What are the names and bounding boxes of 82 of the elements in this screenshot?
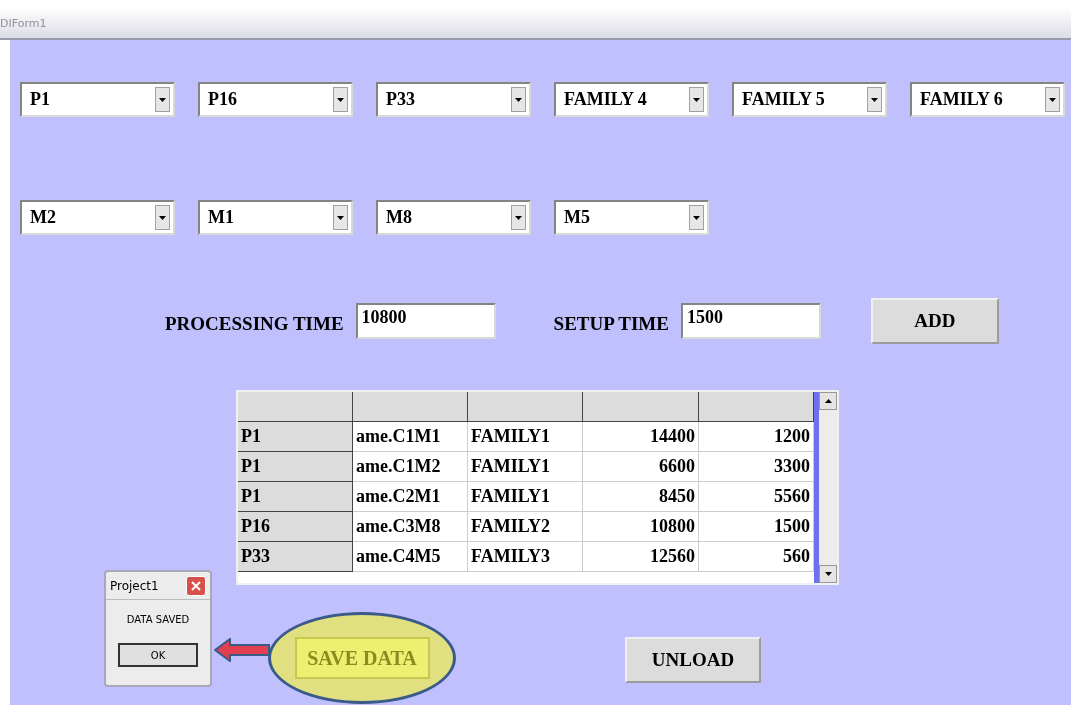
dropdown-button[interactable]	[689, 205, 704, 230]
dropdown-arrow-icon	[515, 215, 522, 220]
scroll-up-button[interactable]	[819, 392, 837, 410]
dropdown-arrow-icon	[159, 97, 166, 102]
down-arrow-icon	[824, 572, 832, 576]
dropdown-button[interactable]	[1045, 87, 1060, 112]
dropdown-button[interactable]	[511, 87, 526, 112]
combo-box[interactable]: M8	[376, 200, 531, 235]
combo-box[interactable]: FAMILY 4	[554, 82, 709, 117]
table-cell: FAMILY1	[468, 422, 583, 452]
dropdown-button[interactable]	[333, 87, 348, 112]
unload-button[interactable]: UNLOAD	[625, 637, 761, 683]
field-label: PROCESSING TIME	[165, 313, 344, 335]
table-cell: 1500	[699, 512, 814, 542]
table-cell: ame.C3M8	[353, 512, 468, 542]
combo-value: FAMILY 6	[920, 89, 1003, 110]
dropdown-arrow-icon	[337, 215, 344, 220]
combo-box[interactable]: P16	[198, 82, 353, 117]
up-arrow-icon	[824, 399, 832, 403]
combo-value: M5	[564, 207, 590, 228]
scroll-down-button[interactable]	[819, 565, 837, 583]
dropdown-arrow-icon	[693, 97, 700, 102]
dropdown-button[interactable]	[155, 87, 170, 112]
row-header: P1	[238, 452, 353, 482]
combo-value: P33	[386, 89, 415, 110]
dropdown-button[interactable]	[511, 205, 526, 230]
combo-value: FAMILY 5	[742, 89, 825, 110]
table-cell: 14400	[583, 422, 699, 452]
combo-value: M1	[208, 207, 234, 228]
combo-box[interactable]: M5	[554, 200, 709, 235]
ok-button[interactable]: OK	[118, 643, 198, 667]
combo-box[interactable]: M1	[198, 200, 353, 235]
row-header: P33	[238, 542, 353, 572]
row-header: P1	[238, 422, 353, 452]
combo-box[interactable]: FAMILY 5	[732, 82, 887, 117]
dropdown-arrow-icon	[159, 215, 166, 220]
scrollbar[interactable]	[819, 392, 837, 583]
combo-value: P16	[208, 89, 237, 110]
table-cell: ame.C4M5	[353, 542, 468, 572]
dropdown-button[interactable]	[333, 205, 348, 230]
table-cell: ame.C2M1	[353, 482, 468, 512]
combo-box[interactable]: M2	[20, 200, 175, 235]
table-cell: FAMILY1	[468, 452, 583, 482]
table-cell: FAMILY3	[468, 542, 583, 572]
table-cell: 5560	[699, 482, 814, 512]
combo-value: P1	[30, 89, 50, 110]
combo-value: M2	[30, 207, 56, 228]
close-button[interactable]	[186, 575, 206, 596]
dropdown-arrow-icon	[337, 97, 344, 102]
table-cell: 3300	[699, 452, 814, 482]
dropdown-button[interactable]	[155, 205, 170, 230]
dropdown-arrow-icon	[1049, 97, 1056, 102]
add-button[interactable]: ADD	[870, 298, 999, 344]
dialog-title: Project1	[110, 578, 159, 593]
table-cell: 12560	[583, 542, 699, 572]
table-cell: ame.C1M2	[353, 452, 468, 482]
table-cell: 560	[699, 542, 814, 572]
window-title: DIForm1	[0, 16, 47, 30]
dialog-message: DATA SAVED	[126, 614, 190, 625]
table-cell: 6600	[583, 452, 699, 482]
combo-value: FAMILY 4	[564, 89, 647, 110]
input-field[interactable]: 1500	[680, 303, 821, 339]
close-icon	[190, 579, 202, 592]
dropdown-button[interactable]	[867, 87, 882, 112]
dropdown-arrow-icon	[871, 97, 878, 102]
row-header: P16	[238, 512, 353, 542]
table-cell: 8450	[583, 482, 699, 512]
dropdown-arrow-icon	[693, 215, 700, 220]
dropdown-button[interactable]	[689, 87, 704, 112]
table-cell: ame.C1M1	[353, 422, 468, 452]
combo-box[interactable]: P33	[376, 82, 531, 117]
dropdown-arrow-icon	[515, 97, 522, 102]
table-cell: 1200	[699, 422, 814, 452]
combo-box[interactable]: P1	[20, 82, 175, 117]
input-field[interactable]: 10800	[355, 303, 496, 339]
table-cell: FAMILY2	[468, 512, 583, 542]
combo-box[interactable]: FAMILY 6	[910, 82, 1065, 117]
table-cell: FAMILY1	[468, 482, 583, 512]
row-header: P1	[238, 482, 353, 512]
combo-value: M8	[386, 207, 412, 228]
table-cell: 10800	[583, 512, 699, 542]
field-label: SETUP TIME	[553, 313, 669, 335]
